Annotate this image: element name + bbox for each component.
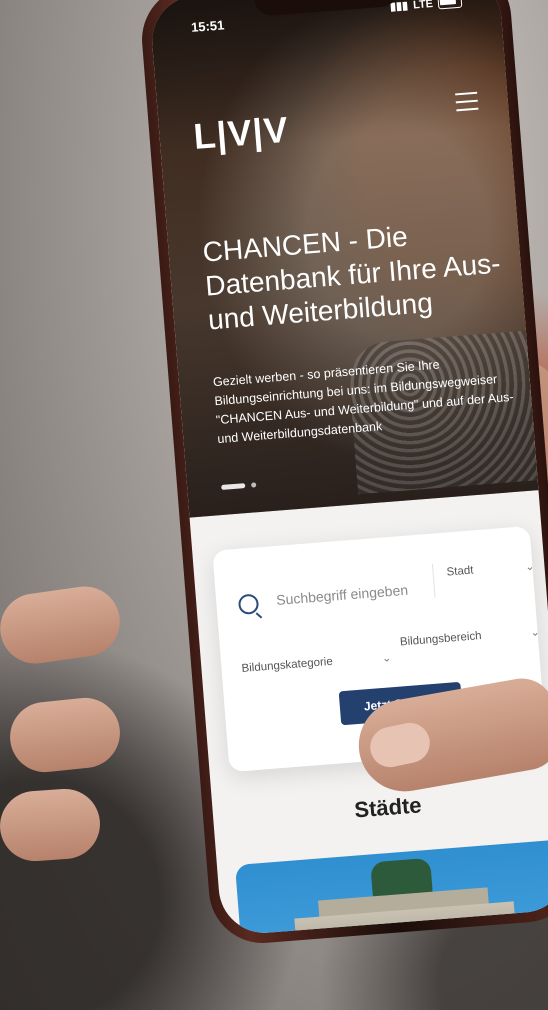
area-select-label: Bildungsbereich bbox=[399, 630, 483, 649]
chevron-down-icon: ⌄ bbox=[381, 652, 392, 665]
category-select[interactable]: Bildungskategorie ⌄ bbox=[241, 651, 392, 675]
cities-title: Städte bbox=[353, 792, 423, 823]
site-logo[interactable]: L|V|V bbox=[192, 109, 290, 158]
network-label: LTE bbox=[412, 0, 434, 11]
status-time: 15:51 bbox=[190, 17, 225, 35]
search-icon bbox=[237, 593, 260, 615]
area-select[interactable]: Bildungsbereich ⌄ bbox=[400, 625, 541, 648]
city-select-label: Stadt bbox=[446, 564, 474, 579]
hamburger-menu-icon[interactable] bbox=[455, 86, 479, 118]
chevron-down-icon: ⌄ bbox=[529, 626, 541, 640]
divider bbox=[431, 563, 436, 598]
city-select[interactable]: Stadt ⌄ bbox=[446, 560, 535, 579]
carousel-dot[interactable] bbox=[251, 482, 257, 488]
battery-icon bbox=[437, 0, 463, 9]
chevron-down-icon: ⌄ bbox=[524, 560, 535, 574]
search-input[interactable] bbox=[273, 574, 419, 615]
category-select-label: Bildungskategorie bbox=[241, 655, 334, 675]
status-indicators: ▮▮▮ LTE bbox=[389, 0, 463, 13]
